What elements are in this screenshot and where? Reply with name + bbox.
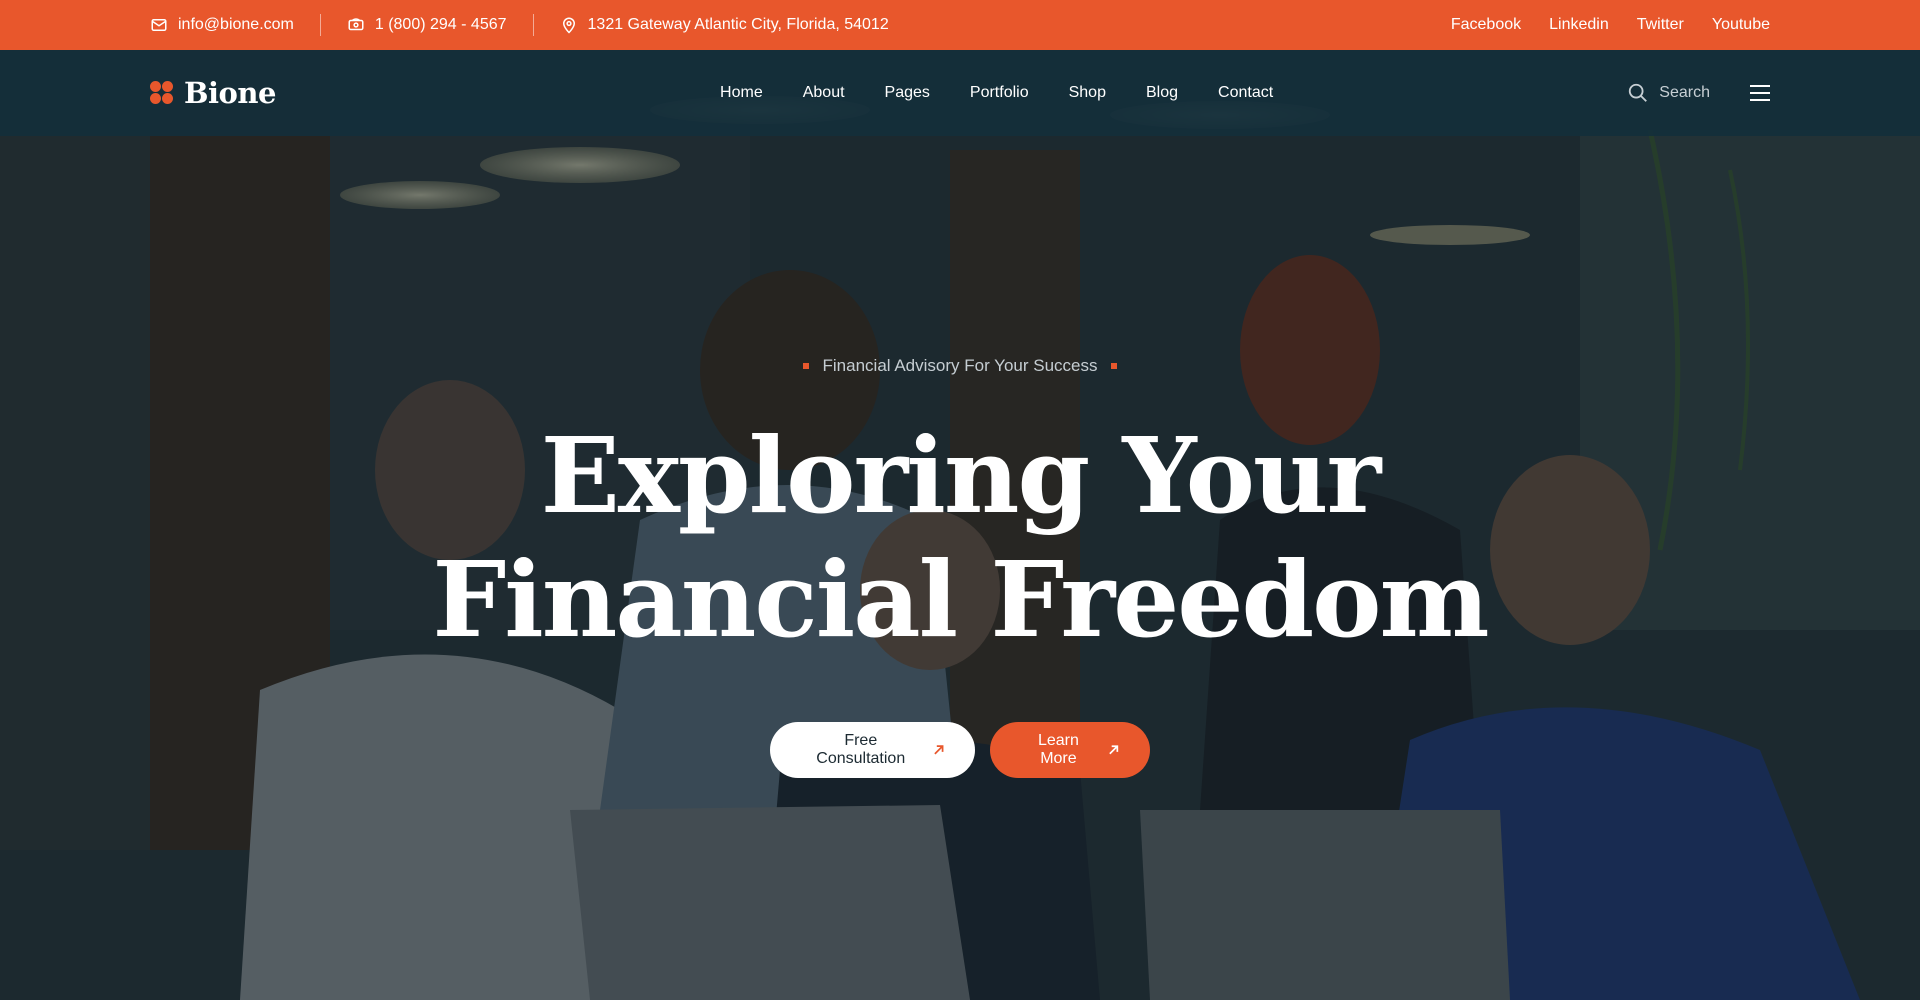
address-text: 1321 Gateway Atlantic City, Florida, 540… xyxy=(587,16,889,33)
button-label: Free Consultation xyxy=(816,732,906,767)
square-bullet-icon xyxy=(802,363,809,369)
nav-portfolio[interactable]: Portfolio xyxy=(970,84,1029,102)
free-consultation-button[interactable]: Free Consultation xyxy=(770,722,975,778)
arrow-up-right-icon xyxy=(1109,745,1119,755)
email-text: info@bione.com xyxy=(178,16,294,33)
phone-icon xyxy=(348,18,364,31)
address-contact: 1321 Gateway Atlantic City, Florida, 540… xyxy=(560,16,889,34)
brand-name: Bione xyxy=(184,76,276,110)
nav-shop[interactable]: Shop xyxy=(1069,84,1106,102)
brand-logo[interactable]: Bione xyxy=(150,76,276,110)
social-facebook[interactable]: Facebook xyxy=(1451,16,1521,34)
hero-buttons: Free Consultation Learn More xyxy=(0,722,1920,778)
nav-contact[interactable]: Contact xyxy=(1218,84,1273,102)
button-label: Learn More xyxy=(1037,732,1079,767)
logo-icon xyxy=(150,81,174,105)
nav-actions: Search xyxy=(1627,82,1770,104)
social-links: Facebook Linkedin Twitter Youtube xyxy=(1451,16,1770,34)
hero-headline: Exploring Your Financial Freedom xyxy=(0,414,1920,662)
arrow-up-right-icon xyxy=(933,745,943,755)
headline-line-1: Exploring Your xyxy=(540,414,1382,537)
envelope-icon xyxy=(151,19,167,31)
contact-info: info@bione.com 1 (800) 294 - 4567 1321 G… xyxy=(150,14,889,36)
headline-line-2: Financial Freedom xyxy=(432,538,1489,661)
hero-eyebrow: Financial Advisory For Your Success xyxy=(0,356,1920,376)
divider xyxy=(319,14,321,36)
phone-contact[interactable]: 1 (800) 294 - 4567 xyxy=(347,16,507,34)
learn-more-button[interactable]: Learn More xyxy=(990,722,1150,778)
phone-text: 1 (800) 294 - 4567 xyxy=(374,16,507,33)
square-bullet-icon xyxy=(1111,363,1118,369)
map-pin-icon xyxy=(562,17,575,34)
hero-content: Financial Advisory For Your Success Expl… xyxy=(0,136,1920,1000)
nav-home[interactable]: Home xyxy=(720,84,763,102)
social-youtube[interactable]: Youtube xyxy=(1712,16,1770,34)
top-bar: info@bione.com 1 (800) 294 - 4567 1321 G… xyxy=(0,0,1920,50)
social-twitter[interactable]: Twitter xyxy=(1637,16,1684,34)
nav-blog[interactable]: Blog xyxy=(1146,84,1178,102)
search-icon xyxy=(1629,83,1648,102)
nav-about[interactable]: About xyxy=(803,84,845,102)
main-menu: Home About Pages Portfolio Shop Blog Con… xyxy=(720,84,1273,102)
email-contact[interactable]: info@bione.com xyxy=(150,16,294,34)
nav-pages[interactable]: Pages xyxy=(885,84,930,102)
eyebrow-text: Financial Advisory For Your Success xyxy=(822,356,1098,375)
social-linkedin[interactable]: Linkedin xyxy=(1549,16,1609,34)
search-label: Search xyxy=(1659,84,1710,101)
divider xyxy=(532,14,534,36)
search-button[interactable]: Search xyxy=(1627,82,1710,104)
main-navbar: Bione Home About Pages Portfolio Shop Bl… xyxy=(0,50,1920,136)
hamburger-icon[interactable] xyxy=(1749,85,1770,101)
